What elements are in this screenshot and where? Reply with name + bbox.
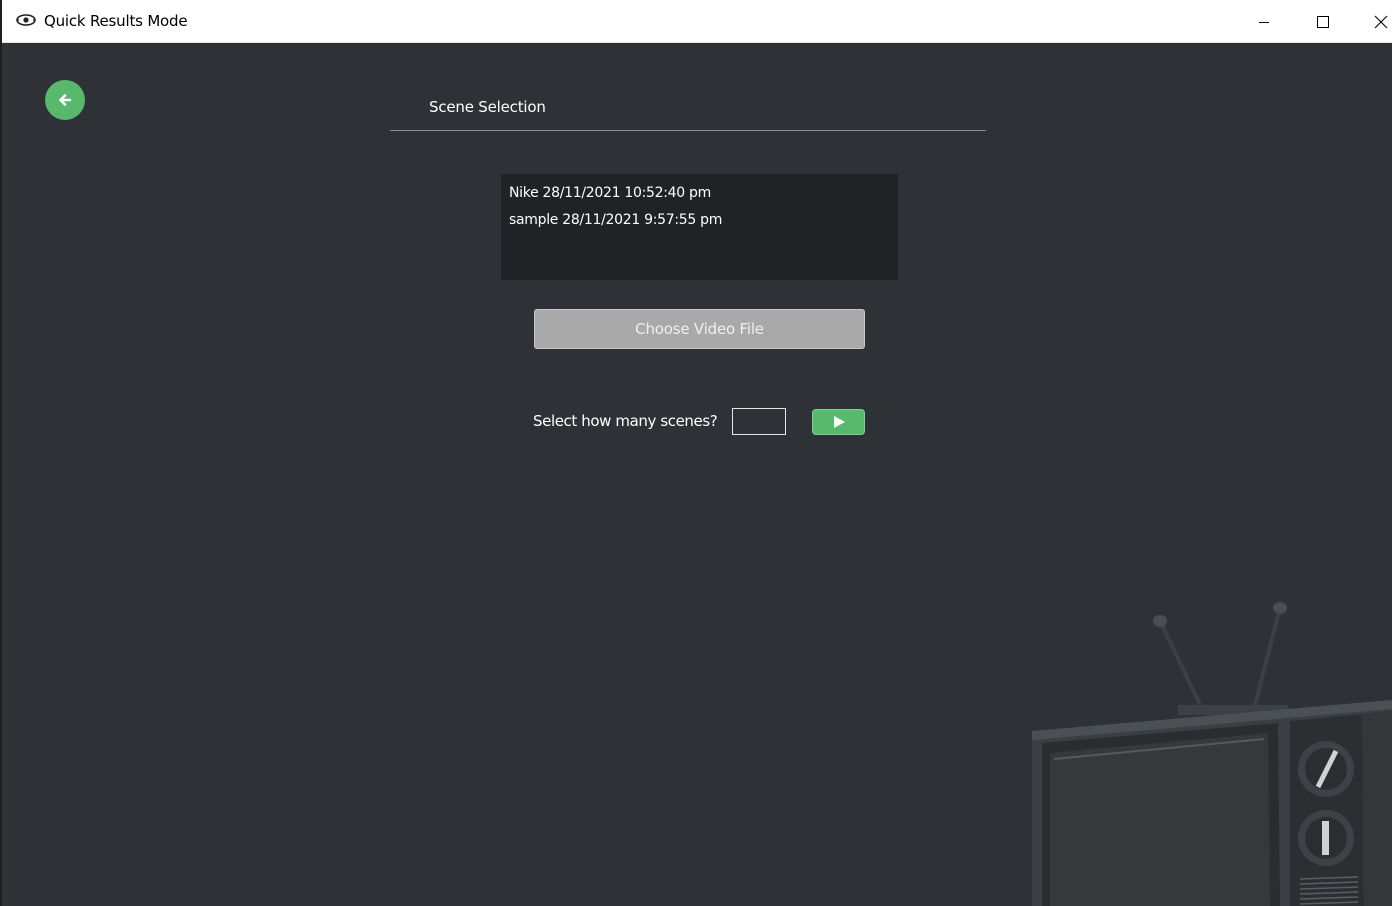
close-button[interactable] bbox=[1352, 0, 1392, 43]
scene-count-input[interactable] bbox=[732, 408, 786, 435]
app-window: Quick Results Mode Scene Selection Nike … bbox=[0, 0, 1392, 906]
maximize-icon bbox=[1317, 15, 1329, 28]
arrow-left-icon bbox=[59, 94, 72, 106]
minimize-icon bbox=[1259, 21, 1269, 23]
title-bar: Quick Results Mode bbox=[2, 0, 1392, 43]
retro-tv-illustration bbox=[1032, 602, 1392, 906]
title-divider bbox=[390, 130, 986, 131]
close-icon bbox=[1374, 15, 1388, 28]
list-item[interactable]: sample 28/11/2021 9:57:55 pm bbox=[509, 207, 890, 234]
eye-icon bbox=[16, 14, 36, 26]
window-title: Quick Results Mode bbox=[44, 12, 188, 30]
list-item[interactable]: Nike 28/11/2021 10:52:40 pm bbox=[509, 180, 890, 207]
minimize-button[interactable] bbox=[1235, 0, 1293, 43]
back-button[interactable] bbox=[45, 80, 85, 120]
play-icon bbox=[833, 416, 845, 428]
scene-count-label: Select how many scenes? bbox=[533, 412, 718, 430]
maximize-button[interactable] bbox=[1294, 0, 1352, 43]
choose-video-file-button[interactable]: Choose Video File bbox=[534, 309, 865, 349]
scene-list[interactable]: Nike 28/11/2021 10:52:40 pm sample 28/11… bbox=[501, 174, 898, 280]
page-title: Scene Selection bbox=[429, 98, 546, 116]
main-content: Scene Selection Nike 28/11/2021 10:52:40… bbox=[4, 43, 1392, 906]
start-button[interactable] bbox=[812, 409, 865, 435]
